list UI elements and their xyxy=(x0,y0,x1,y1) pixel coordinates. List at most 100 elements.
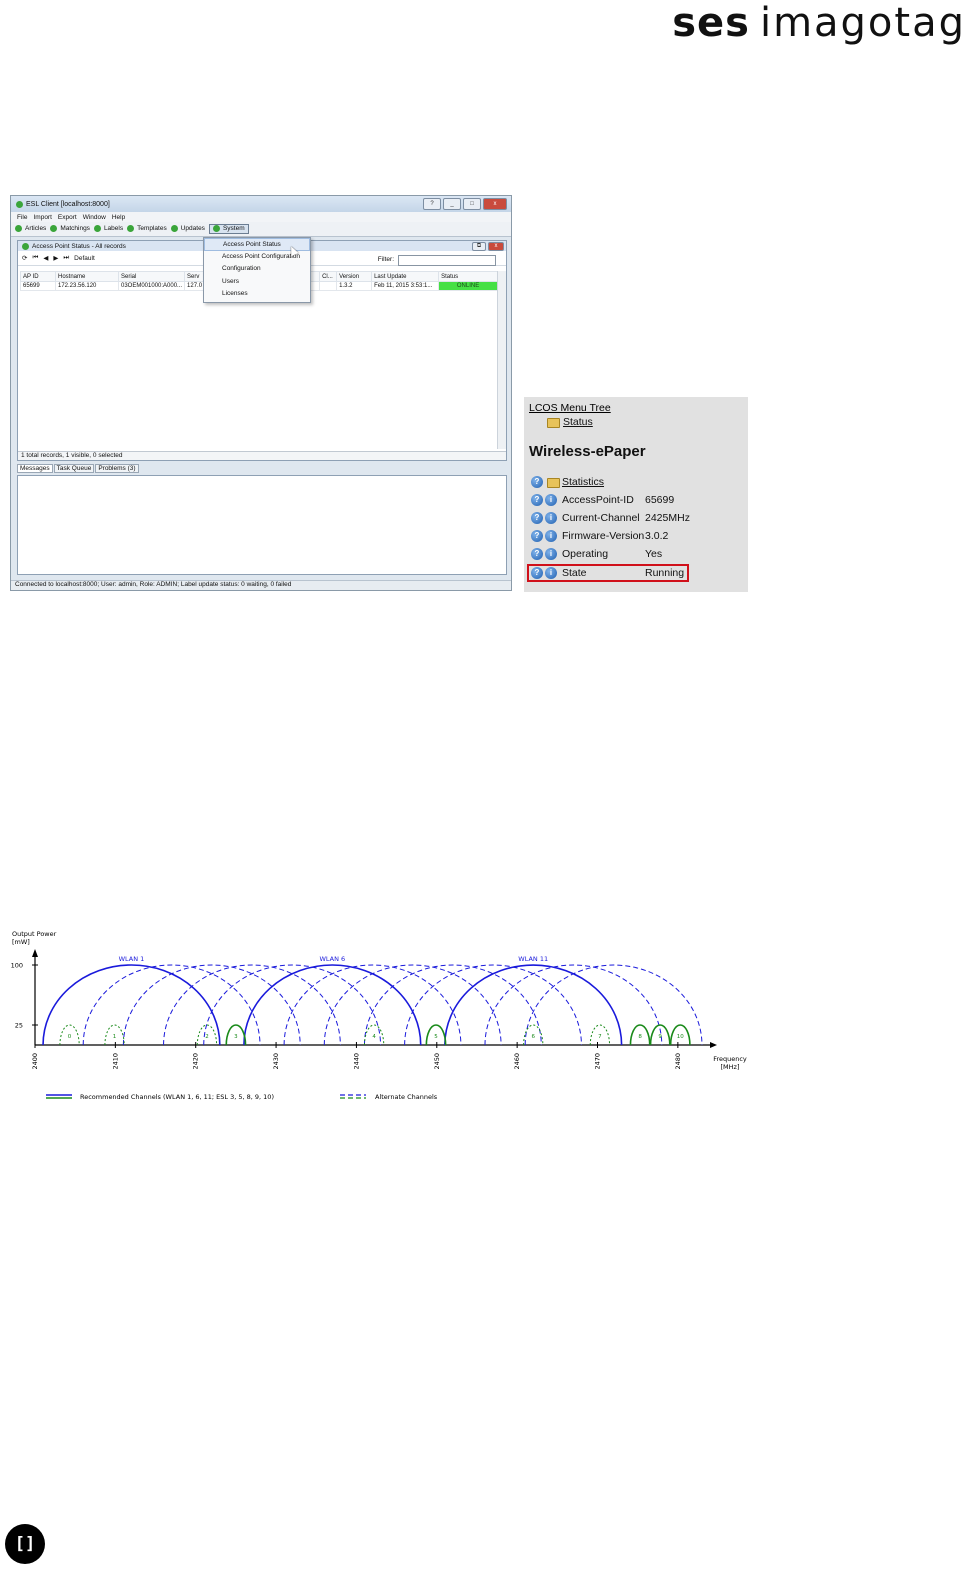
wlan-channel-curve xyxy=(444,964,623,1046)
legend-solid-label: Recommended Channels (WLAN 1, 6, 11; ESL… xyxy=(80,1093,274,1101)
menu-item-configuration[interactable]: Configuration xyxy=(204,263,310,276)
esl-channel-label: 6 xyxy=(531,1034,535,1040)
row-value: 2425MHz xyxy=(645,512,690,524)
x-tick-label: 2440 xyxy=(352,1053,360,1070)
info-icon[interactable]: i xyxy=(545,548,557,560)
tab-articles[interactable]: Articles xyxy=(15,225,46,233)
lcos-menu-tree-link[interactable]: LCOS Menu Tree xyxy=(529,402,611,414)
col-serial[interactable]: Serial xyxy=(117,271,186,282)
esl-channel-label: 3 xyxy=(234,1034,238,1040)
messages-pane xyxy=(17,475,507,575)
help-icon[interactable]: ? xyxy=(531,512,543,524)
tab-templates[interactable]: Templates xyxy=(127,225,167,233)
col-version[interactable]: Version xyxy=(336,271,373,282)
info-icon[interactable]: i xyxy=(545,512,557,524)
tab-updates[interactable]: Updates xyxy=(170,225,205,233)
minimize-button[interactable]: _ xyxy=(443,198,461,210)
help-icon[interactable]: ? xyxy=(531,494,543,506)
tab-messages[interactable]: Messages xyxy=(17,464,53,473)
cell-ap-id: 65699 xyxy=(20,281,56,291)
wlan-channel-curve xyxy=(363,964,542,1046)
menu-bar: File Import Export Window Help xyxy=(11,212,511,222)
brand-logo: ses imagotag xyxy=(672,0,966,46)
help-icon[interactable]: ? xyxy=(423,198,441,210)
info-icon[interactable]: i xyxy=(545,530,557,542)
esl-channel-label: 1 xyxy=(113,1034,117,1040)
menu-item-licenses[interactable]: Licenses xyxy=(204,288,310,301)
wlan-channel-label: WLAN 6 xyxy=(319,955,345,963)
cell-cl xyxy=(319,281,338,291)
menu-file[interactable]: File xyxy=(17,214,27,221)
help-icon[interactable]: ? xyxy=(531,548,543,560)
cell-serial: 03OEM001000:A000... xyxy=(117,281,186,291)
col-ap-id[interactable]: AP ID xyxy=(20,271,56,282)
cell-hostname: 172.23.56.120 xyxy=(55,281,119,291)
esl-channel-label: 0 xyxy=(68,1034,72,1040)
wlan-channel-curve xyxy=(323,964,502,1046)
x-tick-label: 2420 xyxy=(192,1053,200,1070)
esl-channel-label: 10 xyxy=(677,1034,684,1040)
brand-light: imagotag xyxy=(759,0,966,46)
statistics-row[interactable]: ? Statistics xyxy=(531,474,604,490)
wlan-channel-curve xyxy=(42,964,221,1046)
col-cl[interactable]: Cl... xyxy=(319,271,338,282)
tab-labels[interactable]: Labels xyxy=(93,225,123,233)
col-status[interactable]: Status xyxy=(438,271,498,282)
wlan-channel-curve xyxy=(203,964,382,1046)
row-value: 3.0.2 xyxy=(645,530,669,542)
row-value: Yes xyxy=(645,548,663,560)
col-hostname[interactable]: Hostname xyxy=(55,271,119,282)
brand-bold: ses xyxy=(672,0,750,46)
wlan-channel-curve xyxy=(484,964,663,1046)
col-serv[interactable]: Serv xyxy=(184,271,206,282)
esl-channel-label: 4 xyxy=(372,1034,376,1040)
refresh-icon[interactable]: ⟳ xyxy=(22,254,27,262)
folder-icon xyxy=(547,478,560,488)
wlan-channel-curve xyxy=(283,964,462,1046)
menu-help[interactable]: Help xyxy=(112,214,125,221)
tab-matchings[interactable]: Matchings xyxy=(50,225,90,233)
status-link[interactable]: Status xyxy=(563,416,593,428)
close-button[interactable]: x xyxy=(483,198,507,210)
wlan-channel-label: WLAN 11 xyxy=(518,955,548,963)
x-tick-label: 2430 xyxy=(272,1053,280,1070)
first-record-icon[interactable]: ⏮ xyxy=(32,254,38,262)
wlan-channel-curve xyxy=(524,964,703,1046)
menu-export[interactable]: Export xyxy=(58,214,77,221)
help-icon[interactable]: ? xyxy=(531,476,543,488)
help-icon[interactable]: ? xyxy=(531,530,543,542)
next-record-icon[interactable]: ▶ xyxy=(53,254,58,262)
tab-system[interactable]: System xyxy=(208,224,249,234)
x-tick-label: 2450 xyxy=(433,1053,441,1070)
records-status: 1 total records, 1 visible, 0 selected xyxy=(18,451,506,460)
col-last-update[interactable]: Last Update xyxy=(371,271,440,282)
tab-problems[interactable]: Problems (3) xyxy=(95,464,139,473)
cell-version: 1.3.2 xyxy=(336,281,373,291)
panel-status-icon xyxy=(22,242,29,250)
lower-tabs: Messages Task Queue Problems (3) xyxy=(17,464,139,473)
view-default[interactable]: Default xyxy=(74,255,95,262)
filter-input[interactable] xyxy=(398,255,496,266)
menu-window[interactable]: Window xyxy=(83,214,106,221)
x-axis-arrow xyxy=(710,1042,717,1048)
window-title: ESL Client [localhost:8000] xyxy=(26,200,110,208)
menu-import[interactable]: Import xyxy=(33,214,51,221)
panel-restore-button[interactable]: ⧉ xyxy=(472,242,486,251)
filter-label: Filter: xyxy=(377,256,394,263)
module-tabs: Articles Matchings Labels Templates Upda… xyxy=(11,222,511,237)
info-icon[interactable]: i xyxy=(545,494,557,506)
esl-channel-label: 5 xyxy=(434,1034,438,1040)
panel-close-button[interactable]: x xyxy=(488,242,504,251)
esl-channel-label: 9 xyxy=(658,1034,662,1040)
page-title: Wireless-ePaper xyxy=(529,443,646,460)
menu-item-users[interactable]: Users xyxy=(204,276,310,289)
tab-task-queue[interactable]: Task Queue xyxy=(53,464,95,473)
wlan-channel-curve xyxy=(82,964,261,1046)
legend-dashed-label: Alternate Channels xyxy=(375,1093,438,1101)
last-record-icon[interactable]: ⏭ xyxy=(63,254,69,262)
statistics-link[interactable]: Statistics xyxy=(562,476,682,488)
table-scrollbar[interactable] xyxy=(497,271,506,449)
panel-title: Access Point Status - All records xyxy=(32,242,126,250)
prev-record-icon[interactable]: ◀ xyxy=(43,254,48,262)
maximize-button[interactable]: □ xyxy=(463,198,481,210)
